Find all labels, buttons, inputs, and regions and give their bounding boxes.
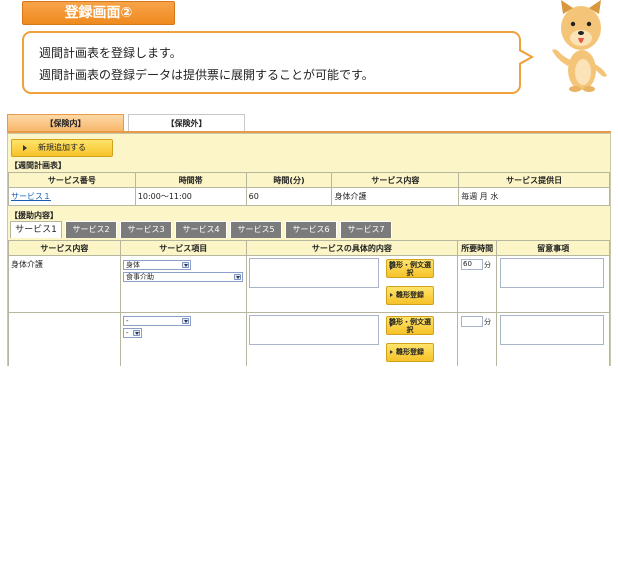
tab-insured[interactable]: 【保険内】 <box>7 114 124 132</box>
chevron-down-icon <box>182 318 189 324</box>
assist-section-title: 【援助内容】 <box>10 211 58 220</box>
tab-service-7[interactable]: サービス7 <box>340 221 392 238</box>
schedule-header-row: サービス番号 時間帯 時間(分) サービス内容 サービス提供日 <box>8 172 610 188</box>
insurance-tabs: 【保険内】 【保険外】 <box>7 114 611 132</box>
tab-service-3[interactable]: サービス3 <box>120 221 172 238</box>
col-assist-content: サービス内容 <box>8 240 121 256</box>
detail-textarea[interactable] <box>249 258 379 288</box>
select-value: - <box>126 329 129 337</box>
tab-service-6[interactable]: サービス6 <box>285 221 337 238</box>
assist-header-row: サービス内容 サービス項目 サービスの具体的内容 所要時間 留意事項 <box>8 240 610 256</box>
schedule-table: サービス番号 時間帯 時間(分) サービス内容 サービス提供日 サービス１ 10… <box>8 172 610 206</box>
triangle-right-icon <box>23 145 27 151</box>
template-register-button[interactable]: 雛形登録 <box>386 286 434 305</box>
col-assist-detail: サービスの具体的内容 <box>245 240 459 256</box>
template-select-label: 雛形・例文選択 <box>389 261 431 277</box>
chevron-down-icon <box>234 274 241 280</box>
template-register-label: 雛形登録 <box>396 291 424 299</box>
col-service-content: サービス内容 <box>331 172 460 188</box>
schedule-section-title: 【週間計画表】 <box>10 161 66 170</box>
dog-mascot-icon <box>552 0 607 92</box>
tab-uninsured[interactable]: 【保険外】 <box>128 114 245 132</box>
col-service-number: サービス番号 <box>8 172 136 188</box>
template-select-label: 雛形・例文選択 <box>389 318 431 334</box>
minutes-cell: 60 <box>245 187 333 206</box>
tab-service-5[interactable]: サービス5 <box>230 221 282 238</box>
service-category-select[interactable]: 身体 <box>123 260 191 270</box>
col-assist-item: サービス項目 <box>119 240 247 256</box>
duration-input[interactable] <box>461 316 483 327</box>
col-minutes: 時間(分) <box>245 172 333 188</box>
duration-unit: 分 <box>484 261 491 269</box>
bubble-tail-fill <box>519 51 530 63</box>
service-item-select[interactable]: - <box>123 328 142 338</box>
service-days-cell: 毎週 月 水 <box>458 187 610 206</box>
duration-input[interactable]: 60 <box>461 259 483 270</box>
triangle-right-icon <box>390 323 393 327</box>
speech-bubble: 週間計画表を登録します。 週間計画表の登録データは提供票に展開することが可能です… <box>22 31 534 94</box>
col-time-slot: 時間帯 <box>134 172 247 188</box>
triangle-right-icon <box>390 350 393 354</box>
chevron-down-icon <box>133 330 140 336</box>
triangle-right-icon <box>390 266 393 270</box>
bubble-line-2: 週間計画表の登録データは提供票に展開することが可能です。 <box>39 68 374 82</box>
assist-content-cell: 身体介護 <box>8 255 121 313</box>
service-category-select[interactable]: - <box>123 316 191 326</box>
app-screen: 【保険内】 【保険外】 新規追加する 【週間計画表】 サービス番号 時間帯 時間… <box>7 114 611 366</box>
page-heading-label: 登録画面② <box>22 1 175 25</box>
service-number-cell[interactable]: サービス１ <box>8 187 136 206</box>
add-new-label: 新規追加する <box>38 143 86 152</box>
tab-service-1[interactable]: サービス1 <box>10 221 62 238</box>
time-slot-cell: 10:00〜11:00 <box>134 187 247 206</box>
select-value: 食事介助 <box>126 273 154 281</box>
add-new-button[interactable]: 新規追加する <box>11 139 113 157</box>
tab-service-4[interactable]: サービス4 <box>175 221 227 238</box>
col-assist-notes: 留意事項 <box>496 240 610 256</box>
template-select-button[interactable]: 雛形・例文選択 <box>386 259 434 278</box>
notes-textarea[interactable] <box>500 258 604 288</box>
template-select-button[interactable]: 雛形・例文選択 <box>386 316 434 335</box>
content-panel: 新規追加する 【週間計画表】 サービス番号 時間帯 時間(分) サービス内容 サ… <box>7 133 611 366</box>
duration-unit: 分 <box>484 318 491 326</box>
select-value: 身体 <box>126 261 140 269</box>
table-row: サービス１ 10:00〜11:00 60 身体介護 毎週 月 水 <box>8 187 610 206</box>
col-service-days: サービス提供日 <box>458 172 610 188</box>
tab-service-2[interactable]: サービス2 <box>65 221 117 238</box>
assist-content-cell <box>8 312 121 366</box>
col-assist-duration: 所要時間 <box>457 240 498 256</box>
service-content-cell: 身体介護 <box>331 187 460 206</box>
template-register-button[interactable]: 雛形登録 <box>386 343 434 362</box>
bubble-line-1: 週間計画表を登録します。 <box>39 46 182 60</box>
service-number-link[interactable]: サービス１ <box>11 192 51 201</box>
template-register-label: 雛形登録 <box>396 348 424 356</box>
notes-textarea[interactable] <box>500 315 604 345</box>
detail-textarea[interactable] <box>249 315 379 345</box>
select-value: - <box>126 317 129 325</box>
chevron-down-icon <box>182 262 189 268</box>
service-item-select[interactable]: 食事介助 <box>123 272 243 282</box>
triangle-right-icon <box>390 293 393 297</box>
service-tabs: サービス1 サービス2 サービス3 サービス4 サービス5 サービス6 サービス… <box>8 221 610 238</box>
